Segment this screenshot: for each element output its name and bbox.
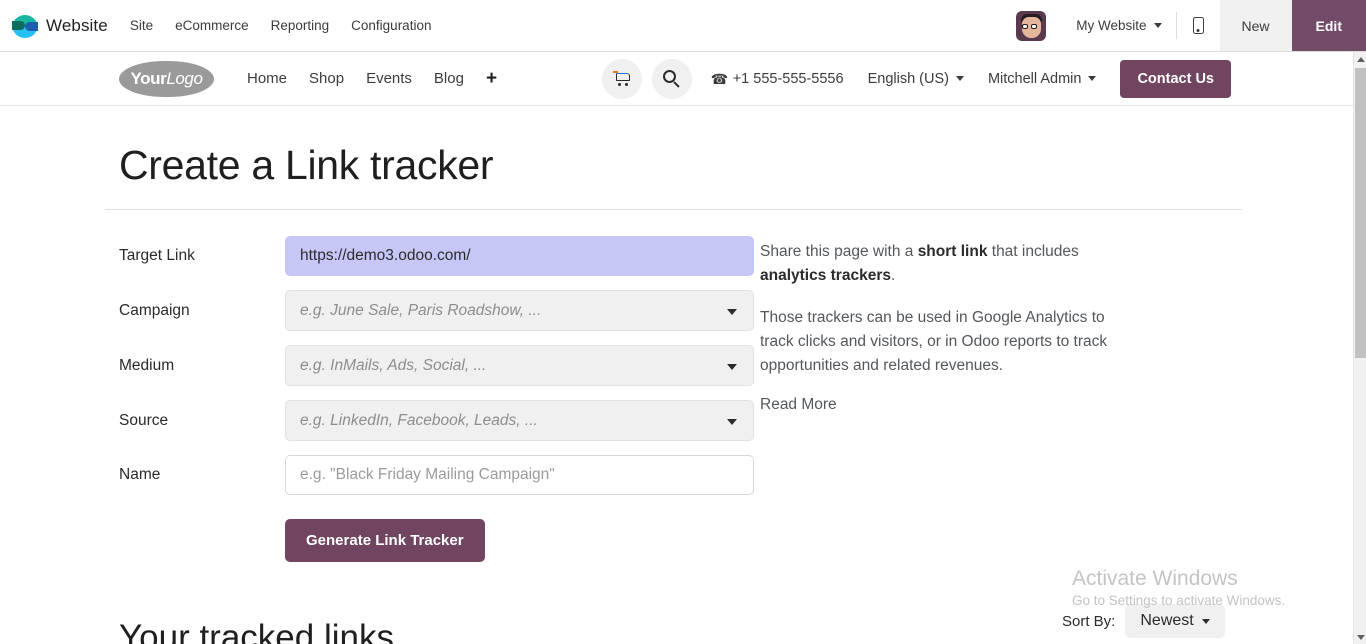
sort-by-value: Newest — [1140, 612, 1193, 630]
chevron-down-icon — [727, 364, 737, 370]
scrollbar-thumb[interactable] — [1355, 68, 1366, 358]
menu-item-configuration[interactable]: Configuration — [351, 18, 431, 33]
campaign-select[interactable]: e.g. June Sale, Paris Roadshow, ... — [285, 290, 754, 331]
backend-topbar: Website Site eCommerce Reporting Configu… — [0, 0, 1366, 52]
info-p1-e: . — [891, 267, 895, 284]
language-label: English (US) — [868, 71, 949, 87]
menu-item-site[interactable]: Site — [130, 18, 153, 33]
menu-item-ecommerce[interactable]: eCommerce — [175, 18, 249, 33]
scroll-down-arrow-icon[interactable] — [1354, 630, 1366, 644]
label-source: Source — [119, 412, 285, 430]
phone-icon: ☎ — [711, 72, 725, 86]
info-p1-a: Share this page with a — [760, 243, 918, 260]
website-selector-label: My Website — [1076, 18, 1146, 33]
name-input[interactable] — [285, 455, 754, 495]
odoo-logo-icon[interactable] — [12, 13, 38, 39]
sort-by-label: Sort By: — [1062, 613, 1115, 630]
info-p1-c: that includes — [987, 243, 1078, 260]
menu-item-reporting[interactable]: Reporting — [271, 18, 330, 33]
control-source: e.g. LinkedIn, Facebook, Leads, ... — [285, 400, 754, 441]
control-target-link — [285, 236, 754, 276]
nav-item-events[interactable]: Events — [366, 70, 412, 87]
site-logo[interactable]: YourLogo — [119, 61, 214, 97]
backend-menu: Site eCommerce Reporting Configuration — [130, 18, 432, 33]
nav-item-home[interactable]: Home — [247, 70, 287, 87]
page-title: Create a Link tracker — [119, 142, 1353, 189]
cart-button[interactable] — [602, 59, 642, 99]
source-select[interactable]: e.g. LinkedIn, Facebook, Leads, ... — [285, 400, 754, 441]
field-row-source: Source e.g. LinkedIn, Facebook, Leads, .… — [119, 400, 760, 441]
field-row-medium: Medium e.g. InMails, Ads, Social, ... — [119, 345, 760, 386]
info-panel: Share this page with a short link that i… — [760, 236, 1160, 562]
website-selector[interactable]: My Website — [1062, 0, 1175, 51]
user-menu-label: Mitchell Admin — [988, 71, 1081, 87]
phone-link[interactable]: ☎ +1 555-555-5556 — [711, 71, 844, 87]
site-nav: Home Shop Events Blog + — [247, 69, 497, 88]
site-header: YourLogo Home Shop Events Blog + ☎ +1 55… — [0, 52, 1353, 106]
target-link-input[interactable] — [285, 236, 754, 276]
phone-number: +1 555-555-5556 — [733, 71, 844, 87]
shopping-cart-icon — [613, 71, 630, 86]
link-tracker-section: Target Link Campaign e.g. June Sale, Par… — [0, 236, 1353, 562]
read-more-link[interactable]: Read More — [760, 396, 837, 413]
scroll-up-arrow-icon[interactable] — [1354, 52, 1366, 66]
new-button[interactable]: New — [1220, 0, 1292, 51]
avatar-wrapper[interactable] — [1006, 0, 1062, 51]
sort-control: Sort By: Newest — [1062, 604, 1225, 638]
control-medium: e.g. InMails, Ads, Social, ... — [285, 345, 754, 386]
chevron-down-icon — [956, 76, 964, 81]
chevron-down-icon — [1088, 76, 1096, 81]
field-row-target-link: Target Link — [119, 236, 760, 276]
nav-item-shop[interactable]: Shop — [309, 70, 344, 87]
info-p1-short-link: short link — [918, 243, 988, 260]
field-row-campaign: Campaign e.g. June Sale, Paris Roadshow,… — [119, 290, 760, 331]
site-logo-text: YourLogo — [130, 69, 202, 89]
backend-topbar-right: My Website New Edit — [1006, 0, 1366, 51]
user-menu[interactable]: Mitchell Admin — [988, 71, 1096, 87]
medium-placeholder: e.g. InMails, Ads, Social, ... — [300, 357, 486, 375]
plus-icon[interactable]: + — [486, 69, 497, 88]
search-button[interactable] — [652, 59, 692, 99]
control-name — [285, 455, 754, 495]
chevron-down-icon — [727, 419, 737, 425]
label-name: Name — [119, 466, 285, 484]
label-target-link: Target Link — [119, 247, 285, 265]
page-content: Create a Link tracker Target Link Campai… — [0, 107, 1353, 644]
mobile-phone-icon — [1193, 17, 1204, 34]
label-medium: Medium — [119, 357, 285, 375]
nav-item-blog[interactable]: Blog — [434, 70, 464, 87]
link-tracker-form: Target Link Campaign e.g. June Sale, Par… — [0, 236, 760, 562]
field-row-name: Name — [119, 455, 760, 495]
contact-us-button[interactable]: Contact Us — [1120, 60, 1231, 98]
language-selector[interactable]: English (US) — [868, 71, 964, 87]
chevron-down-icon — [727, 309, 737, 315]
mobile-preview-button[interactable] — [1177, 0, 1220, 51]
vertical-scrollbar[interactable] — [1353, 52, 1366, 644]
control-campaign: e.g. June Sale, Paris Roadshow, ... — [285, 290, 754, 331]
medium-select[interactable]: e.g. InMails, Ads, Social, ... — [285, 345, 754, 386]
source-placeholder: e.g. LinkedIn, Facebook, Leads, ... — [300, 412, 538, 430]
sort-by-dropdown[interactable]: Newest — [1125, 604, 1224, 638]
info-p1-analytics-trackers: analytics trackers — [760, 267, 891, 284]
chevron-down-icon — [1154, 23, 1162, 28]
campaign-placeholder: e.g. June Sale, Paris Roadshow, ... — [300, 302, 541, 320]
search-icon — [663, 70, 681, 88]
info-paragraph-2: Those trackers can be used in Google Ana… — [760, 306, 1120, 378]
info-paragraph-1: Share this page with a short link that i… — [760, 240, 1120, 288]
site-header-right: ☎ +1 555-555-5556 English (US) Mitchell … — [602, 59, 1353, 99]
backend-topbar-left: Website Site eCommerce Reporting Configu… — [0, 0, 431, 51]
user-avatar[interactable] — [1016, 11, 1046, 41]
chevron-down-icon — [1202, 619, 1210, 624]
app-name[interactable]: Website — [46, 16, 108, 36]
label-campaign: Campaign — [119, 302, 285, 320]
edit-button[interactable]: Edit — [1292, 0, 1366, 51]
title-divider — [105, 209, 1242, 210]
generate-link-tracker-button[interactable]: Generate Link Tracker — [285, 519, 485, 562]
